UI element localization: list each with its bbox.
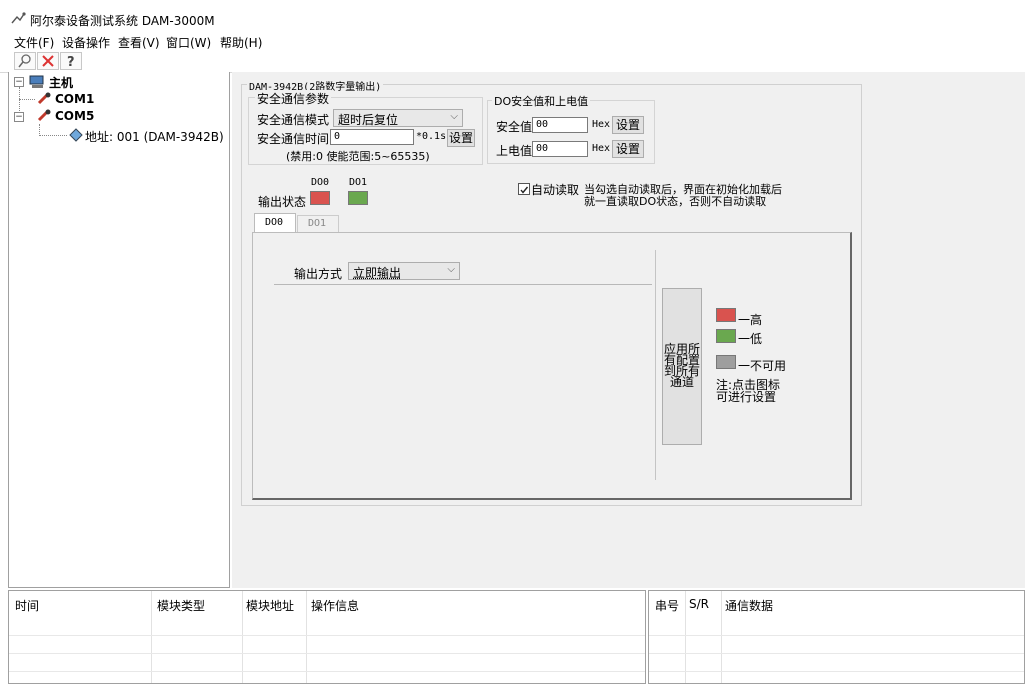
output-mode-label: 输出方式 xyxy=(294,267,343,281)
power-value-set-button[interactable]: 设置 xyxy=(612,140,644,158)
safe-time-input[interactable]: 0 xyxy=(330,129,414,145)
close-icon[interactable] xyxy=(37,52,59,70)
help-icon[interactable]: ? xyxy=(60,52,82,70)
safe-mode-select[interactable]: 超时后复位 ⌵ xyxy=(333,109,463,127)
checkmark-icon xyxy=(520,186,529,194)
tab-do0[interactable]: DO0 xyxy=(254,213,296,233)
auto-read-checkbox[interactable] xyxy=(518,183,530,195)
toolbar: ? xyxy=(0,50,1025,73)
safe-time-label: 安全通信时间 xyxy=(257,132,330,146)
operation-log-table: 时间 模块类型 模块地址 操作信息 xyxy=(8,590,646,684)
tree-com5[interactable]: COM5 xyxy=(55,109,94,123)
legend-high-label: 一高 xyxy=(738,313,763,327)
menu-help[interactable]: 帮助(H) xyxy=(220,34,262,51)
safe-time-set-button[interactable]: 设置 xyxy=(447,129,475,147)
safe-time-unit: *0.1s xyxy=(416,131,447,142)
menu-file[interactable]: 文件(F) xyxy=(14,34,54,51)
output-status-label: 输出状态 xyxy=(258,195,307,209)
safe-value-set-button[interactable]: 设置 xyxy=(612,116,644,134)
device-tree: − 主机 COM1 − COM5 地址: 001 (DAM-3942B) xyxy=(8,72,230,588)
legend-low-label: 一低 xyxy=(738,332,763,346)
power-value-hex: Hex xyxy=(592,143,611,154)
apply-all-channels-button[interactable]: 应用所 有配置 到所有 通道 xyxy=(662,288,702,445)
collapse-root-icon[interactable]: − xyxy=(14,77,24,87)
comm-log-table: 串号 S/R 通信数据 xyxy=(648,590,1025,684)
auto-read-note-2: 就一直读取DO状态，否则不自动读取 xyxy=(584,195,767,208)
do0-label: DO0 xyxy=(311,177,330,188)
legend-note-2: 可进行设置 xyxy=(716,390,777,404)
module-icon xyxy=(69,128,83,142)
title-bar: 阿尔泰设备测试系统 DAM-3000M xyxy=(0,0,1025,30)
search-icon[interactable] xyxy=(14,52,36,70)
auto-read-label: 自动读取 xyxy=(531,183,580,197)
column-header-operation-info[interactable]: 操作信息 xyxy=(311,597,359,614)
module-panel: DAM-3942B(2路数字量输出) 安全通信参数 安全通信模式 超时后复位 ⌵… xyxy=(241,78,862,506)
window-title: 阿尔泰设备测试系统 DAM-3000M xyxy=(30,14,215,28)
serial-port-icon xyxy=(37,109,51,122)
column-header-time[interactable]: 时间 xyxy=(15,597,39,614)
power-value-input[interactable]: 00 xyxy=(532,141,588,157)
do0-status-indicator[interactable] xyxy=(310,191,330,205)
safe-value-hex: Hex xyxy=(592,119,611,130)
safe-mode-label: 安全通信模式 xyxy=(257,113,330,127)
chevron-down-icon: ⌵ xyxy=(450,111,458,122)
do-safe-group-title: DO安全值和上电值 xyxy=(492,93,591,109)
column-header-serial[interactable]: 串号 xyxy=(655,597,679,614)
do1-status-indicator[interactable] xyxy=(348,191,368,205)
menu-window[interactable]: 窗口(W) xyxy=(166,34,211,51)
menu-view[interactable]: 查看(V) xyxy=(118,34,160,51)
divider-vertical xyxy=(655,250,656,480)
legend-low-swatch xyxy=(716,329,736,343)
tab-do1[interactable]: DO1 xyxy=(297,215,339,233)
safe-value-input[interactable]: 00 xyxy=(532,117,588,133)
app-icon xyxy=(11,12,26,24)
legend-high-swatch xyxy=(716,308,736,322)
legend-unavailable-swatch xyxy=(716,355,736,369)
computer-icon xyxy=(29,75,44,88)
svg-text:?: ? xyxy=(67,55,75,69)
divider xyxy=(274,284,652,285)
column-header-comm-data[interactable]: 通信数据 xyxy=(725,597,773,614)
power-value-label: 上电值 xyxy=(496,144,533,158)
column-header-sr[interactable]: S/R xyxy=(689,597,709,611)
column-header-module-type[interactable]: 模块类型 xyxy=(157,597,205,614)
do1-label: DO1 xyxy=(349,177,368,188)
tree-address[interactable]: 地址: 001 (DAM-3942B) xyxy=(85,128,224,145)
serial-port-icon xyxy=(37,92,51,105)
menu-bar: 文件(F) 设备操作 查看(V) 窗口(W) 帮助(H) xyxy=(0,31,1025,51)
safe-time-note: (禁用:0 使能范围:5~65535) xyxy=(286,150,430,163)
collapse-com5-icon[interactable]: − xyxy=(14,112,24,122)
safe-comm-group-title: 安全通信参数 xyxy=(255,90,332,107)
menu-device[interactable]: 设备操作 xyxy=(62,34,110,51)
legend-unavailable-label: 一不可用 xyxy=(738,359,787,373)
tree-root[interactable]: 主机 xyxy=(49,74,73,91)
safe-value-label: 安全值 xyxy=(496,120,533,134)
tree-com1[interactable]: COM1 xyxy=(55,92,94,106)
column-header-module-address[interactable]: 模块地址 xyxy=(246,597,294,614)
chevron-down-icon: ⌵ xyxy=(447,264,455,275)
output-mode-select[interactable]: 立即输出 ⌵ xyxy=(348,262,460,280)
